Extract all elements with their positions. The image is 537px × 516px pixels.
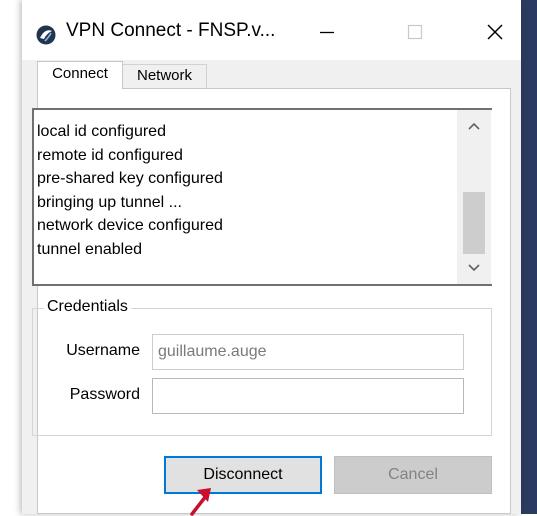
log-line: remote id configured	[37, 146, 183, 164]
red-arrow-pointer-icon	[190, 488, 211, 516]
vpn-app-icon	[36, 25, 56, 45]
minimize-button[interactable]	[304, 14, 350, 50]
log-line: tunnel enabled	[37, 240, 142, 258]
credentials-group	[32, 308, 492, 436]
scroll-up-button[interactable]	[457, 116, 491, 136]
close-icon	[487, 24, 503, 40]
title-bar: VPN Connect - FNSP.v...	[22, 0, 521, 60]
status-log: local id configured remote id configured…	[32, 108, 492, 286]
log-line: network device configured	[37, 217, 223, 234]
tab-connect[interactable]: Connect	[37, 61, 123, 89]
credentials-legend: Credentials	[44, 298, 131, 316]
close-button[interactable]	[472, 14, 518, 50]
scroll-thumb[interactable]	[463, 192, 485, 254]
password-field[interactable]	[152, 378, 464, 414]
chevron-down-icon	[468, 264, 480, 272]
tab-bar: Connect Network	[22, 60, 521, 89]
log-line: bringing up tunnel ...	[37, 193, 182, 211]
log-lines: local id configured remote id configured…	[37, 120, 223, 261]
maximize-button[interactable]	[392, 14, 438, 50]
tab-network[interactable]: Network	[123, 64, 207, 88]
cancel-button[interactable]: Cancel	[334, 456, 492, 494]
log-scrollbar[interactable]	[457, 108, 491, 286]
password-label: Password	[69, 386, 140, 403]
background-edge	[521, 0, 537, 514]
maximize-icon	[407, 24, 423, 40]
log-line: pre-shared key configured	[37, 170, 223, 187]
username-label: Username	[66, 342, 140, 359]
scroll-down-button[interactable]	[457, 258, 491, 278]
username-field[interactable]	[152, 334, 464, 370]
log-line: local id configured	[37, 123, 166, 140]
window-title: VPN Connect - FNSP.v...	[66, 20, 276, 41]
chevron-up-icon	[468, 122, 480, 130]
minimize-icon	[320, 31, 334, 34]
